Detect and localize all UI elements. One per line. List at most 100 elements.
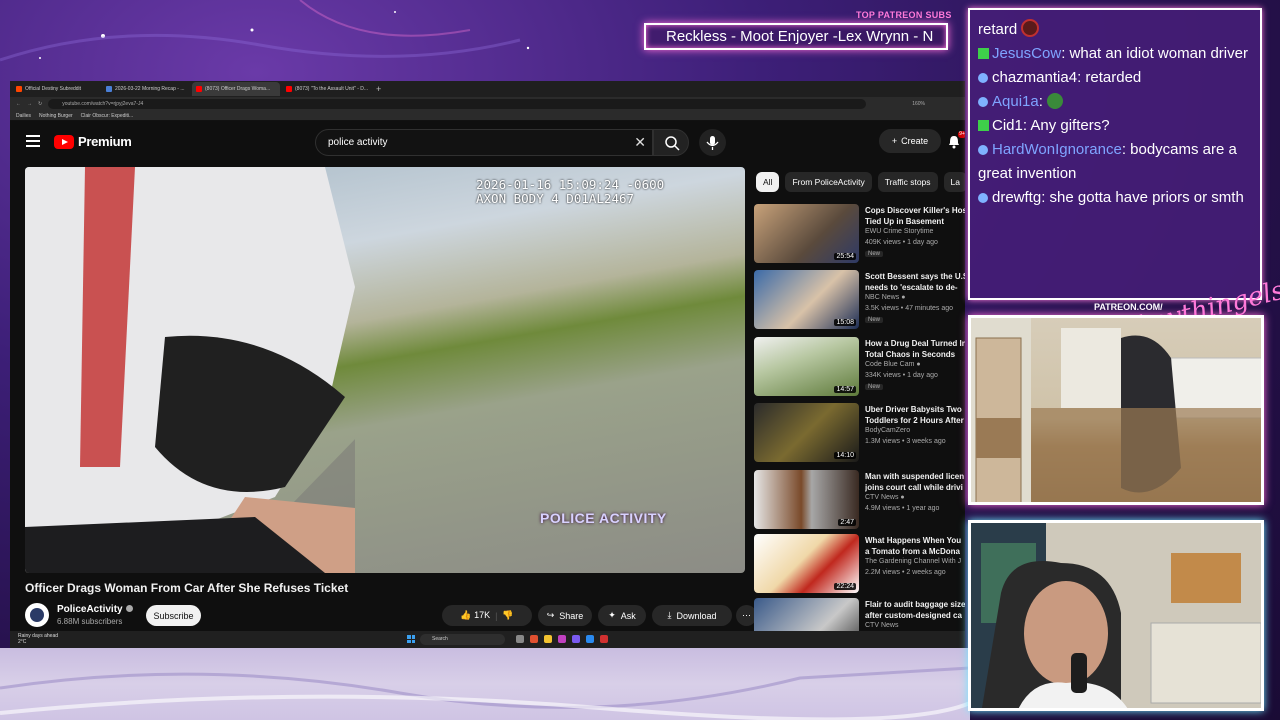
rec-channel[interactable]: The Gardening Channel With J — [865, 558, 961, 565]
video-player[interactable]: 2026-01-16 15:09:24 -0600 AXON BODY 4 D0… — [25, 167, 745, 573]
tab-favicon-icon — [16, 86, 22, 92]
rec-channel[interactable]: CTV News — [865, 622, 898, 629]
chat-username[interactable]: JesusCow — [992, 45, 1061, 62]
video-title: Officer Drags Woman From Car After She R… — [25, 581, 349, 595]
youtube-logo[interactable]: Premium — [54, 134, 132, 149]
tab-label: Official Destiny Subreddit — [25, 86, 82, 92]
rec-title: Scott Bessent says the U.S needs to 'esca… — [865, 271, 965, 293]
recommended-video[interactable]: 14:10 Uber Driver Babysits Two Toddlers f… — [754, 403, 965, 463]
chat-username[interactable]: chazmantia4 — [992, 69, 1077, 86]
rec-meta: 3.5K views • 47 minutes ago — [865, 305, 954, 312]
taskbar-search[interactable]: Search — [420, 634, 505, 645]
rec-meta: 4.9M views • 1 year ago — [865, 505, 940, 512]
chip-traffic-stops[interactable]: Traffic stops — [877, 172, 938, 192]
video-frame-scene — [25, 167, 355, 573]
taskbar-app-icon[interactable] — [544, 635, 552, 643]
browser-tab-active[interactable]: (8073) Officer Drags Woma... — [192, 82, 280, 96]
rec-channel[interactable]: BodyCamZero — [865, 427, 910, 434]
recommended-video[interactable]: 15:08 Scott Bessent says the U.S needs to… — [754, 270, 965, 330]
new-tab-icon[interactable]: + — [376, 84, 381, 94]
channel-watermark: POLICE ACTIVITY — [540, 510, 667, 526]
clear-icon[interactable]: ✕ — [634, 134, 646, 151]
taskbar-app-icon[interactable] — [600, 635, 608, 643]
recommended-video[interactable]: 14:57 How a Drug Deal Turned In Total Cha… — [754, 337, 965, 397]
recommended-video[interactable]: 22:24 What Happens When You a Tomato from… — [754, 534, 965, 594]
url-field[interactable]: youtube.com/watch?v=rjpyj2eva7-J4 — [48, 99, 867, 109]
weather-widget[interactable]: Rainy days ahead 2°C — [18, 633, 58, 645]
chip-all[interactable]: All — [756, 172, 780, 192]
dislike-icon[interactable]: 👎 — [502, 610, 513, 621]
tab-label: 2026-03-22 Morning Recap - ... — [115, 86, 185, 92]
rec-title-line: needs to 'escalate to de- — [865, 283, 958, 292]
rec-channel[interactable]: EWU Crime Storytime — [865, 228, 933, 235]
taskbar-app-icon[interactable] — [558, 635, 566, 643]
search-input[interactable]: police activity ✕ — [315, 129, 653, 156]
tab-bar: Official Destiny Subreddit 2026-03-22 Mo… — [10, 81, 965, 97]
recommended-video[interactable]: 2:47 Man with suspended licen joins court… — [754, 470, 965, 530]
subscribe-button[interactable]: Subscribe — [146, 605, 201, 626]
zoom-level[interactable]: 160% — [912, 101, 925, 107]
rec-channel-text: NBC News — [865, 294, 900, 301]
chat-username[interactable]: HardWonIgnorance — [992, 141, 1122, 158]
bookmark-item[interactable]: Dailies — [16, 113, 31, 119]
rec-channel[interactable]: CTV News ● — [865, 494, 905, 501]
browser-tab[interactable]: 2026-03-22 Morning Recap - ... — [102, 82, 190, 96]
create-label: Create — [901, 136, 929, 146]
video-thumbnail[interactable]: 14:10 — [754, 403, 859, 462]
user-badge-icon — [978, 73, 988, 83]
verified-icon: ● — [916, 361, 921, 368]
taskbar-app-icon[interactable] — [572, 635, 580, 643]
rec-meta: 334K views • 1 day ago — [865, 372, 938, 379]
download-button[interactable]: ⤓ Download — [652, 605, 732, 626]
like-button[interactable]: 👍 17K — [460, 610, 490, 621]
browser-window: Official Destiny Subreddit 2026-03-22 Mo… — [10, 81, 965, 648]
new-badge: New — [865, 384, 884, 390]
chat-username[interactable]: drewftg — [992, 189, 1041, 206]
video-thumbnail[interactable]: 2:47 — [754, 470, 859, 529]
ask-button[interactable]: ✦ Ask — [598, 605, 646, 626]
top-patreon-subs-label: TOP PATREON SUBS — [856, 10, 952, 20]
chat-message: Aqui1a: — [978, 90, 1252, 114]
rec-title-line: How a Drug Deal Turned In — [865, 339, 965, 348]
video-thumbnail[interactable]: 22:24 — [754, 534, 859, 593]
timestamp-line: 2026-01-16 15:09:24 -0600 — [476, 177, 665, 192]
bookmark-item[interactable]: Nothing Burger — [39, 113, 73, 119]
chat-text: : Any gifters? — [1022, 117, 1110, 134]
rec-title: Man with suspended licen joins court call… — [865, 471, 965, 493]
menu-icon[interactable] — [26, 135, 40, 150]
taskbar-app-icon[interactable] — [516, 635, 524, 643]
browser-tab[interactable]: (8073) "To the Assault Unit" - D... — [282, 82, 370, 96]
rec-channel[interactable]: NBC News ● — [865, 294, 905, 301]
video-duration: 14:57 — [834, 386, 856, 393]
rec-channel[interactable]: Code Blue Cam ● — [865, 361, 921, 368]
voice-search-button[interactable] — [699, 129, 726, 156]
rec-title-line: Total Chaos in Seconds — [865, 350, 956, 359]
share-label: Share — [559, 610, 584, 621]
video-thumbnail[interactable]: 15:08 — [754, 270, 859, 329]
patreon-subs-ticker: Reckless - Moot Enjoyer -Lex Wrynn - N — [644, 23, 948, 50]
recommended-video[interactable]: 25:54 Cops Discover Killer's Hos Tied Up … — [754, 204, 965, 264]
create-button[interactable]: + Create — [879, 129, 941, 153]
taskbar-app-icon[interactable] — [586, 635, 594, 643]
back-icon[interactable]: ← — [16, 101, 21, 107]
share-button[interactable]: ↪ Share — [538, 605, 592, 626]
bookmark-item[interactable]: Clair Obscur: Expediti... — [81, 113, 134, 119]
channel-name[interactable]: PoliceActivity — [57, 604, 133, 615]
browser-tab[interactable]: Official Destiny Subreddit — [12, 82, 100, 96]
chip-from-channel[interactable]: From PoliceActivity — [785, 172, 872, 192]
forward-icon[interactable]: → — [27, 101, 32, 107]
taskbar-app-icon[interactable] — [530, 635, 538, 643]
video-thumbnail[interactable]: 14:57 — [754, 337, 859, 396]
chat-username[interactable]: Aqui1a — [992, 93, 1039, 110]
video-thumbnail[interactable]: 25:54 — [754, 204, 859, 263]
chat-username[interactable]: Cid1 — [992, 117, 1023, 134]
channel-avatar[interactable] — [25, 603, 49, 627]
windows-start-icon[interactable] — [407, 635, 415, 643]
video-duration: 25:54 — [834, 253, 856, 260]
chip-more[interactable]: La — [943, 172, 965, 192]
search-button[interactable] — [653, 129, 689, 156]
video-duration: 2:47 — [838, 519, 856, 526]
stream-chat-panel: retard JesusCow: what an idiot woman dri… — [968, 8, 1262, 300]
user-badge-icon — [978, 145, 988, 155]
reload-icon[interactable]: ↻ — [38, 101, 42, 107]
